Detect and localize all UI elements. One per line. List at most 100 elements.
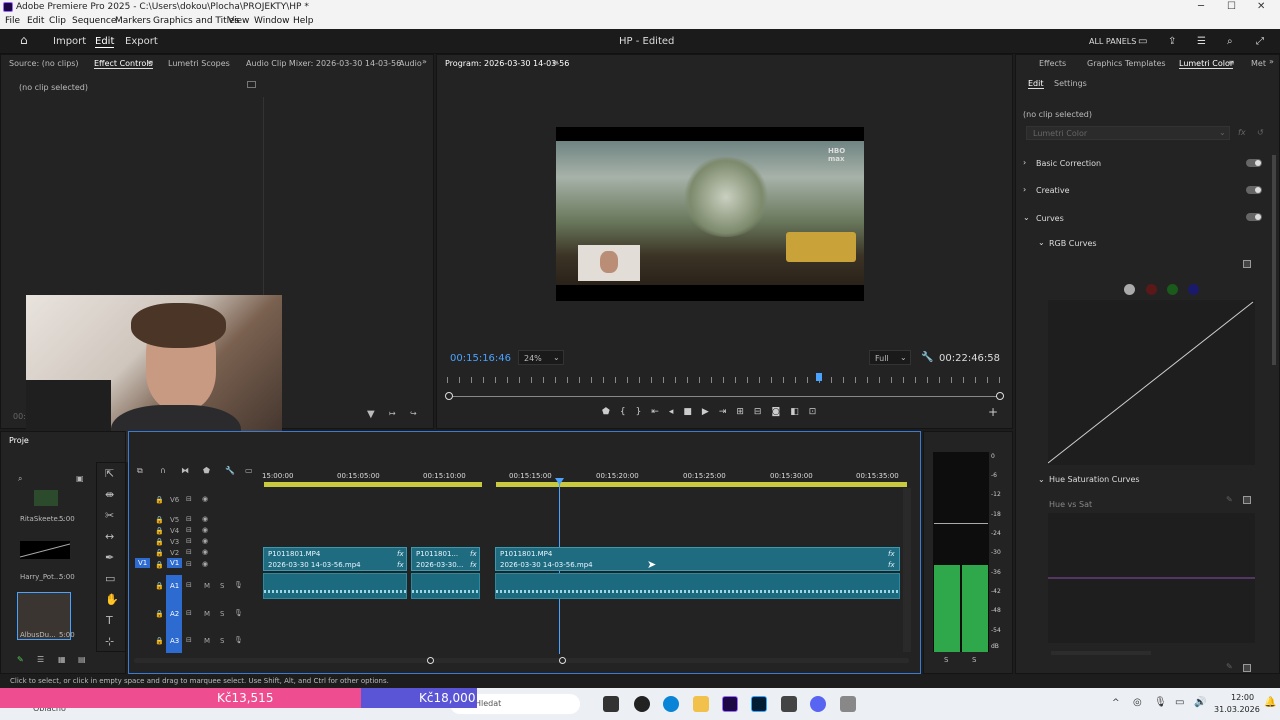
zoom-handle-right[interactable] [996, 392, 1004, 400]
zoom-bar[interactable] [449, 396, 1002, 397]
lumetri-menu-icon[interactable]: ≡ [1228, 58, 1235, 67]
sync-icon[interactable]: ⊟ [186, 537, 192, 545]
pen-tool-icon[interactable]: ✒ [105, 551, 114, 564]
lock-icon[interactable]: 🔒 [155, 538, 164, 546]
eye-icon[interactable]: ◉ [202, 526, 208, 534]
video-clip[interactable]: P1011801.MP4 2026-03-30 14-03-56.mp4 fx … [263, 547, 407, 571]
thumb-rita[interactable] [34, 490, 58, 506]
track-v4[interactable]: V4 [170, 527, 179, 535]
export-icon[interactable]: ↦ [389, 409, 396, 418]
close-button[interactable]: ✕ [1257, 1, 1265, 12]
folder-icon[interactable]: ▣ [76, 474, 84, 483]
tab-audio[interactable]: Audio [399, 59, 422, 68]
freeform-view-icon[interactable]: ▤ [78, 655, 86, 664]
hue-sat-label[interactable]: Hue Saturation Curves [1049, 475, 1140, 484]
panel-menu-icon[interactable]: ≡ [147, 58, 154, 67]
chevron-right-icon-2[interactable]: › [1023, 185, 1026, 194]
quality-dropdown[interactable]: Full ⌄ [869, 350, 911, 365]
track-a2[interactable]: A2 [170, 610, 179, 618]
premiere-taskbar-icon[interactable] [722, 696, 738, 712]
curves-toggle[interactable] [1246, 213, 1262, 221]
lock-icon[interactable]: 🔒 [155, 516, 164, 524]
microphone-icon[interactable]: 🎙 [234, 581, 243, 589]
reset-icon[interactable]: ↺ [1257, 128, 1264, 137]
sync-icon[interactable]: ⊟ [186, 609, 192, 617]
step-back-icon[interactable]: ◂ [669, 407, 684, 417]
section-basic-correction[interactable]: Basic Correction [1036, 159, 1101, 168]
tray-chevron-icon[interactable]: ^ [1112, 698, 1120, 708]
out-point-icon[interactable]: } [636, 407, 652, 417]
menu-edit[interactable]: Edit [27, 16, 44, 26]
video-clip[interactable]: P1011801.MP4 2026-03-30 14-03-56.mp4 fx … [495, 547, 900, 571]
blue-channel-icon[interactable] [1188, 284, 1199, 295]
mute-button[interactable]: M [204, 582, 210, 590]
project-item-name[interactable]: RitaSkeete... [20, 515, 64, 523]
menu-sequence[interactable]: Sequence [72, 16, 116, 26]
lock-icon[interactable]: 🔒 [155, 610, 164, 618]
sync-icon[interactable]: ⊟ [186, 636, 192, 644]
track-a1[interactable]: A1 [170, 582, 179, 590]
scroll-handle-left[interactable] [427, 657, 434, 664]
app-taskbar-icon[interactable] [781, 696, 797, 712]
eyedropper-icon-2[interactable]: ✎ [1226, 662, 1233, 671]
lift-icon[interactable]: ⊞ [736, 407, 754, 417]
go-to-out-icon[interactable]: ⇥ [719, 407, 737, 417]
solo-button[interactable]: S [220, 637, 224, 645]
menu-file[interactable]: File [5, 16, 20, 26]
slip-tool-icon[interactable]: ↔ [105, 530, 114, 543]
red-channel-icon[interactable] [1146, 284, 1157, 295]
tab-lumetri-scopes[interactable]: Lumetri Scopes [168, 59, 230, 68]
export-tab[interactable]: Export [125, 36, 158, 47]
program-ruler[interactable] [447, 377, 1002, 383]
magnet-icon[interactable]: ∩ [160, 466, 166, 475]
eye-icon[interactable]: ◉ [202, 560, 208, 568]
captions-icon[interactable]: ▭ [245, 466, 253, 475]
sync-icon[interactable]: ⊟ [186, 495, 192, 503]
mute-button[interactable]: M [204, 637, 210, 645]
video-clip[interactable]: P1011801... 2026-03-30... fx fx [411, 547, 480, 571]
subtab-settings[interactable]: Settings [1054, 79, 1087, 88]
sync-icon[interactable]: ⊟ [186, 526, 192, 534]
linked-icon[interactable]: ⧓ [181, 466, 189, 475]
tray-network-icon[interactable]: ▭ [1175, 697, 1184, 708]
scroll-handle-right[interactable] [559, 657, 566, 664]
search-icon[interactable]: ⌕ [1227, 36, 1233, 47]
microphone-icon[interactable]: 🎙 [234, 636, 243, 644]
panel-icon[interactable]: ▭ [1138, 36, 1147, 47]
edit-tab[interactable]: Edit [95, 36, 115, 48]
work-area-bar[interactable] [264, 482, 907, 487]
curves-checkbox[interactable] [1243, 260, 1251, 268]
fullscreen-icon[interactable]: ⤢ [1256, 36, 1264, 47]
sync-icon[interactable]: ⊟ [186, 581, 192, 589]
audio-clip[interactable] [495, 573, 900, 599]
audio-clip[interactable] [411, 573, 480, 599]
solo-right[interactable]: S [972, 656, 976, 664]
filter-icon[interactable]: ▼ [367, 409, 375, 420]
tab-lumetri-color[interactable]: Lumetri Color [1179, 59, 1234, 69]
fx-icon[interactable]: fx [1238, 128, 1246, 137]
solo-button[interactable]: S [220, 582, 224, 590]
section-creative[interactable]: Creative [1036, 186, 1070, 195]
hue-sat-checkbox-2[interactable] [1243, 664, 1251, 672]
menu-view[interactable]: View [228, 16, 249, 26]
track-v3[interactable]: V3 [170, 538, 179, 546]
menu-icon[interactable]: ☰ [1197, 36, 1206, 47]
track-v5[interactable]: V5 [170, 516, 179, 524]
rgb-curve-graph[interactable] [1048, 300, 1255, 465]
tab-effects[interactable]: Effects [1039, 59, 1066, 68]
timeline-scrollbar-h[interactable] [134, 658, 909, 663]
chevron-down-icon-6[interactable]: ⌄ [1038, 475, 1045, 484]
hue-sat-checkbox[interactable] [1243, 496, 1251, 504]
lock-icon[interactable]: 🔒 [155, 561, 164, 569]
lumetri-dropdown[interactable]: Lumetri Color ⌄ [1026, 126, 1230, 140]
track-v6[interactable]: V6 [170, 496, 179, 504]
marker-add-icon[interactable]: ⬟ [203, 466, 210, 475]
tray-app-icon[interactable]: ◎ [1133, 697, 1142, 708]
razor-tool-icon[interactable]: ✂ [105, 509, 114, 522]
stop-icon[interactable]: ■ [683, 407, 702, 417]
creative-toggle[interactable] [1246, 186, 1262, 194]
lock-icon[interactable]: 🔒 [155, 549, 164, 557]
video-frame[interactable]: HBO max [556, 127, 864, 301]
go-to-in-icon[interactable]: ⇤ [651, 407, 669, 417]
tab-audio-clip-mixer[interactable]: Audio Clip Mixer: 2026-03-30 14-03-56 [246, 59, 401, 68]
